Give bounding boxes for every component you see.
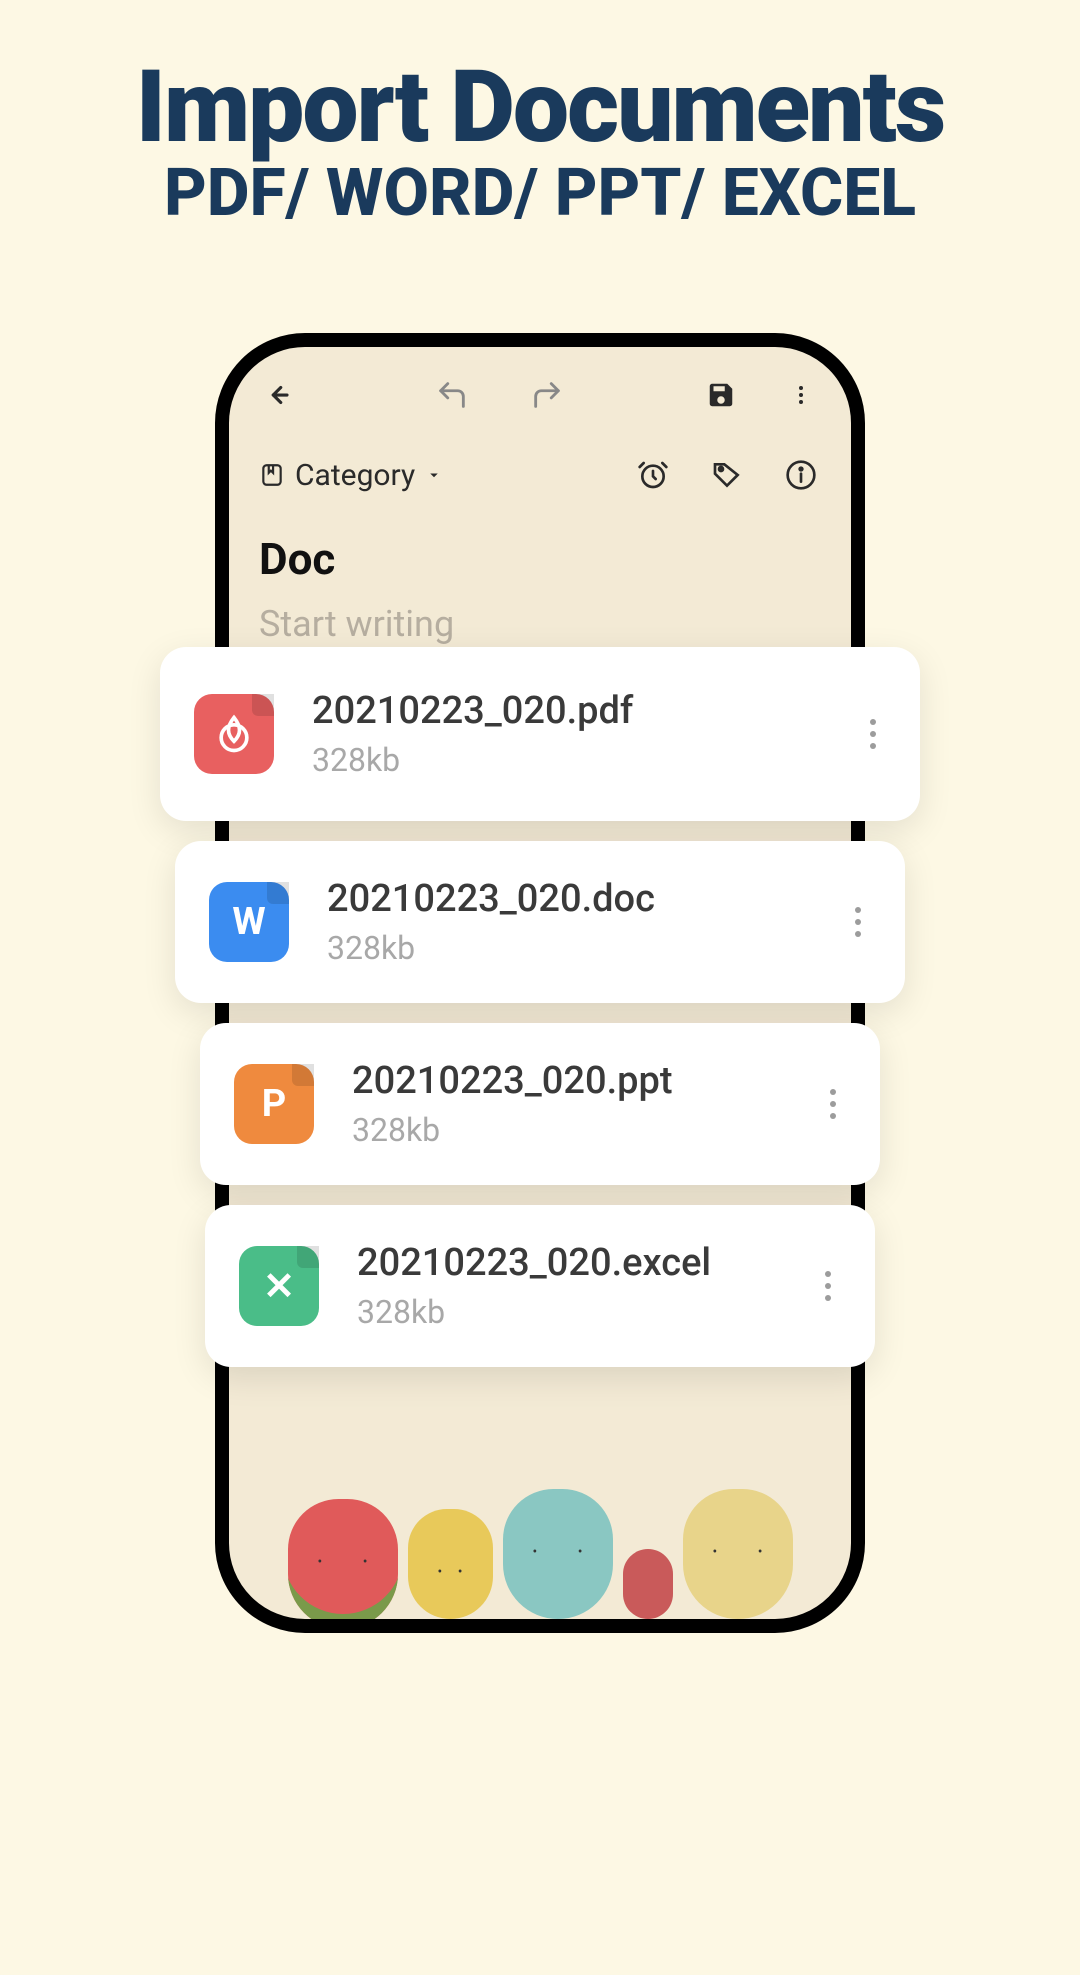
more-vert-icon[interactable] bbox=[845, 897, 871, 947]
more-vert-icon[interactable] bbox=[820, 1079, 846, 1129]
more-vert-icon[interactable] bbox=[860, 709, 886, 759]
chevron-down-icon bbox=[425, 466, 443, 484]
bookmark-icon bbox=[259, 462, 285, 488]
file-card-pdf[interactable]: 20210223_020.pdf 328kb bbox=[160, 647, 920, 821]
tag-icon[interactable] bbox=[707, 455, 747, 495]
save-icon[interactable] bbox=[701, 375, 741, 415]
promo-subtitle: PDF/ WORD/ PPT/ EXCEL bbox=[0, 155, 1080, 232]
fruit-strawberry-icon bbox=[288, 1499, 398, 1629]
undo-icon[interactable] bbox=[432, 375, 472, 415]
file-card-ppt[interactable]: P 20210223_020.ppt 328kb bbox=[200, 1023, 880, 1185]
back-icon[interactable] bbox=[257, 375, 297, 415]
fruit-small-icon bbox=[623, 1549, 673, 1619]
file-name: 20210223_020.ppt bbox=[352, 1059, 820, 1103]
alarm-icon[interactable] bbox=[633, 455, 673, 495]
ppt-file-icon: P bbox=[234, 1064, 314, 1144]
excel-file-icon: ✕ bbox=[239, 1246, 319, 1326]
secondary-toolbar: Category bbox=[229, 425, 851, 515]
fruit-lemon-icon bbox=[683, 1489, 793, 1619]
category-label: Category bbox=[295, 458, 415, 493]
file-size: 328kb bbox=[352, 1111, 820, 1149]
info-icon[interactable] bbox=[781, 455, 821, 495]
file-list: 20210223_020.pdf 328kb W 20210223_020.do… bbox=[0, 647, 1080, 1387]
promo-title: Import Documents bbox=[0, 55, 1080, 160]
file-size: 328kb bbox=[357, 1293, 815, 1331]
file-size: 328kb bbox=[312, 741, 860, 779]
file-name: 20210223_020.doc bbox=[327, 877, 845, 921]
file-card-excel[interactable]: ✕ 20210223_020.excel 328kb bbox=[205, 1205, 875, 1367]
file-size: 328kb bbox=[327, 929, 845, 967]
decorative-illustration: ❤ ❤ bbox=[229, 1379, 851, 1619]
app-top-bar bbox=[229, 347, 851, 425]
note-body-placeholder[interactable]: Start writing bbox=[259, 603, 821, 645]
fruit-blueberry-icon bbox=[503, 1489, 613, 1619]
note-title[interactable]: Doc bbox=[259, 533, 821, 585]
fruit-pear-icon bbox=[408, 1509, 493, 1619]
doc-file-icon: W bbox=[209, 882, 289, 962]
file-name: 20210223_020.pdf bbox=[312, 689, 860, 733]
note-editor: Doc Start writing bbox=[229, 515, 851, 645]
file-name: 20210223_020.excel bbox=[357, 1241, 815, 1285]
more-vert-icon[interactable] bbox=[781, 375, 821, 415]
file-card-doc[interactable]: W 20210223_020.doc 328kb bbox=[175, 841, 905, 1003]
pdf-file-icon bbox=[194, 694, 274, 774]
more-vert-icon[interactable] bbox=[815, 1261, 841, 1311]
redo-icon[interactable] bbox=[527, 375, 567, 415]
category-dropdown[interactable]: Category bbox=[259, 458, 443, 493]
